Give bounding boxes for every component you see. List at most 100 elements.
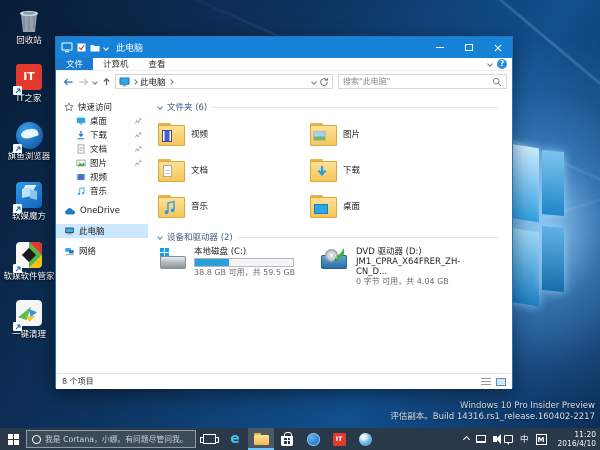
devices-grid: 本地磁盘 (C:) 38.8 GB 可用，共 59.5 GB DVD 驱动器 [158,247,512,287]
sidebar-item-this-pc[interactable]: 此电脑 [56,224,148,238]
taskbar-clock[interactable]: 11:20 2016/4/10 [554,430,596,448]
documents-icon [76,144,86,154]
action-center-icon[interactable] [504,435,513,443]
sidebar-item-videos[interactable]: 视频 [56,170,148,184]
music-icon [76,186,86,196]
ime-mode-indicator[interactable]: 中 [520,433,529,445]
qat-properties-button[interactable] [77,43,86,52]
collapse-chevron-icon[interactable] [157,234,163,240]
file-explorer-button[interactable] [248,428,274,450]
shortcut-arrow-icon [13,322,22,331]
large-icons-view-button[interactable] [496,378,506,386]
shortcut-arrow-icon [13,264,22,273]
folder-item-videos[interactable]: 视频 [158,116,310,152]
breadcrumb-chevron[interactable] [168,79,174,85]
status-bar: 8 个项目 [56,373,512,389]
folder-item-downloads[interactable]: 下载 [310,152,462,188]
folder-item-pictures[interactable]: 图片 [310,116,462,152]
music-folder-icon [158,195,185,218]
user-center-button[interactable] [300,428,326,450]
folders-grid: 视频 图片 文档 下载 [158,116,512,224]
downloads-icon [76,130,86,140]
drive-name: 本地磁盘 (C:) [194,247,295,257]
title-bar[interactable]: 此电脑 [56,37,512,58]
minimize-button[interactable] [425,37,454,58]
capacity-fill [195,259,229,266]
onedrive-cloud-icon [64,207,76,216]
folder-item-documents[interactable]: 文档 [158,152,310,188]
sidebar-item-desktop[interactable]: 桌面 [56,114,148,128]
tab-view[interactable]: 查看 [139,58,176,70]
desktop-icon-label: 一键清理 [2,330,56,340]
qat-new-folder-button[interactable] [90,43,100,52]
details-view-button[interactable] [481,378,491,386]
group-header-devices[interactable]: 设备和驱动器 (2) [158,230,498,244]
forward-button[interactable] [77,75,91,89]
sidebar-item-onedrive[interactable]: OneDrive [56,204,148,218]
file-explorer-icon [254,433,269,445]
mofang-icon [14,182,44,212]
desktop-icon-mofang[interactable]: 软媒魔方 [2,180,56,222]
folder-item-music[interactable]: 音乐 [158,188,310,224]
search-input[interactable]: 搜索"此电脑" [338,74,507,89]
refresh-icon[interactable] [319,77,329,87]
breadcrumb-location[interactable]: 此电脑 [140,76,166,88]
back-button[interactable] [61,75,75,89]
desktop-icon-software-manager[interactable]: 软媒软件管家 [2,240,56,282]
ribbon-collapse-icon[interactable] [487,61,493,67]
desktop-icon-recycle-bin[interactable]: 回收站 [2,6,56,46]
location-icon [119,77,130,87]
start-button[interactable] [0,428,26,450]
it-home-icon: IT [333,433,346,446]
it-home-taskbar-button[interactable]: IT [326,428,352,450]
ime-badge[interactable]: M [536,434,547,445]
breadcrumb-chevron [132,79,138,85]
sidebar-item-quick-access[interactable]: 快速访问 [56,100,148,114]
downloads-folder-icon [310,159,337,182]
dvd-arrow-icon [332,247,347,263]
item-count: 8 个项目 [62,376,94,387]
store-button[interactable] [274,428,300,450]
cortana-placeholder: 我是 Cortana，小娜。有问题尽管问我。 [45,434,188,445]
help-icon[interactable]: ? [497,59,507,69]
collapse-chevron-icon[interactable] [157,104,163,110]
pin-icon [135,145,142,152]
qat-dropdown-icon[interactable] [103,45,109,51]
tab-computer[interactable]: 计算机 [93,58,139,70]
tab-file[interactable]: 文件 [56,58,93,70]
sidebar-item-documents[interactable]: 文档 [56,142,148,156]
volume-icon[interactable] [493,436,497,442]
drive-name: DVD 驱动器 (D:) [356,247,480,257]
cortana-search-box[interactable]: 我是 Cortana，小娜。有问题尽管问我。 [26,430,196,448]
address-dropdown-icon[interactable] [311,79,317,85]
sidebar-item-music[interactable]: 音乐 [56,184,148,198]
close-button[interactable] [483,37,512,58]
sidebar-item-downloads[interactable]: 下载 [56,128,148,142]
drive-item-dvd[interactable]: DVD 驱动器 (D:) JM1_CPRA_X64FRER_ZH-CN_D...… [320,247,480,287]
drive-item-c[interactable]: 本地磁盘 (C:) 38.8 GB 可用，共 59.5 GB [158,247,308,287]
group-header-folders[interactable]: 文件夹 (6) [158,100,498,114]
desktop-icon [76,116,86,126]
this-pc-icon [61,42,73,53]
desktop-icon-cleanup[interactable]: 一键清理 [2,298,56,340]
address-box[interactable]: 此电脑 [115,74,333,89]
sidebar-item-pictures[interactable]: 图片 [56,156,148,170]
task-view-button[interactable] [196,428,222,450]
hard-drive-icon [158,247,188,273]
videos-icon [76,172,86,182]
tray-overflow-icon[interactable] [463,435,470,442]
sidebar-item-network[interactable]: 网络 [56,244,148,258]
desktop-icon-it-home[interactable]: IT IT之家 [2,62,56,104]
network-icon [64,246,75,256]
clock-time: 11:20 [558,430,596,439]
desktop-icon-sailfish-browser[interactable]: 旗鱼浏览器 [2,121,56,162]
shortcut-arrow-icon [13,144,22,153]
up-button[interactable] [99,75,113,89]
network-tray-icon[interactable] [476,435,486,443]
recent-locations-icon[interactable] [92,79,98,85]
maximize-button[interactable] [454,37,483,58]
browser-button[interactable] [352,428,378,450]
edge-button[interactable]: e [222,428,248,450]
this-pc-icon [64,226,75,236]
folder-item-desktop[interactable]: 桌面 [310,188,462,224]
